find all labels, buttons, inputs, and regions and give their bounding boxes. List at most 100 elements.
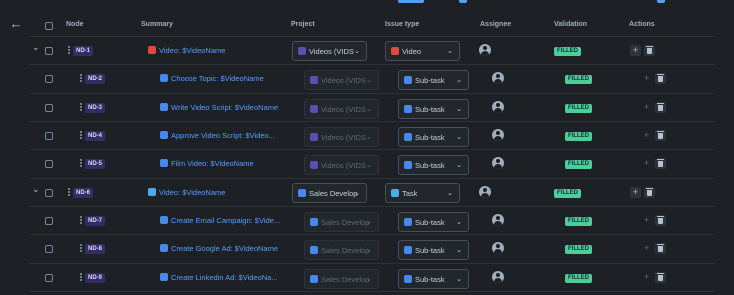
issue-type-select[interactable]: Sub-task ⌄ <box>398 269 469 289</box>
chevron-down-icon: ⌄ <box>456 106 462 113</box>
assignee-header: Assignee <box>480 21 512 28</box>
assignee-avatar-icon[interactable] <box>492 101 504 113</box>
chevron-down-icon: ⌄ <box>456 77 462 84</box>
assignee-avatar-icon[interactable] <box>492 72 504 84</box>
row-checkbox[interactable] <box>45 274 53 282</box>
delete-trash-icon[interactable] <box>655 272 666 283</box>
child-row: ND-5 Film Video: $VideoName Videos (VIDS ⌄ S… <box>30 149 714 177</box>
delete-trash-icon[interactable] <box>644 45 655 56</box>
add-child-plus-icon[interactable]: + <box>641 272 652 283</box>
project-icon <box>310 246 318 254</box>
project-select[interactable]: Sales Develop ⌄ <box>292 183 367 203</box>
project-value: Sales Develop <box>321 218 370 227</box>
issue-type-select[interactable]: Video ⌄ <box>385 41 460 61</box>
add-child-plus-icon[interactable]: + <box>641 243 652 254</box>
expand-chevron-icon[interactable]: ⌄ <box>32 185 40 194</box>
add-child-plus-icon[interactable]: + <box>630 45 641 56</box>
project-select: Videos (VIDS ⌄ <box>304 155 379 175</box>
table-header: Node Summary Project Issue type Assignee… <box>30 14 720 36</box>
delete-trash-icon[interactable] <box>655 158 666 169</box>
project-value: Videos (VIDS <box>321 161 366 170</box>
project-select[interactable]: Videos (VIDS ⌄ <box>292 41 367 61</box>
delete-trash-icon[interactable] <box>655 130 666 141</box>
row-checkbox[interactable] <box>45 75 53 83</box>
assignee-avatar-icon[interactable] <box>479 186 491 198</box>
issue-type-select[interactable]: Sub-task ⌄ <box>398 155 469 175</box>
row-checkbox[interactable] <box>45 189 53 197</box>
drag-handle-icon[interactable] <box>80 273 83 282</box>
issue-type-select[interactable]: Sub-task ⌄ <box>398 99 469 119</box>
row-checkbox[interactable] <box>45 217 53 225</box>
add-child-plus-icon[interactable]: + <box>630 187 641 198</box>
row-checkbox[interactable] <box>45 47 53 55</box>
project-select: Sales Develop ⌄ <box>304 269 379 289</box>
delete-trash-icon[interactable] <box>644 187 655 198</box>
project-select: Videos (VIDS ⌄ <box>304 127 379 147</box>
summary-link[interactable]: Write Video Script: $VideoName <box>171 103 278 112</box>
expand-chevron-icon[interactable]: ⌄ <box>32 43 40 52</box>
summary-link[interactable]: Video: $VideoName <box>159 46 225 55</box>
delete-trash-icon[interactable] <box>655 73 666 84</box>
node-header: Node <box>66 21 84 28</box>
issue-type-select[interactable]: Sub-task ⌄ <box>398 212 469 232</box>
project-icon <box>298 47 306 55</box>
drag-handle-icon[interactable] <box>80 131 83 140</box>
node-id-badge: ND-3 <box>85 103 106 113</box>
summary-link[interactable]: Film Video: $VideoName <box>171 159 254 168</box>
add-child-plus-icon[interactable]: + <box>641 102 652 113</box>
drag-handle-icon[interactable] <box>80 103 83 112</box>
summary-link[interactable]: Create Google Ad: $VideoName <box>171 244 278 253</box>
delete-trash-icon[interactable] <box>655 102 666 113</box>
project-select: Sales Develop ⌄ <box>304 240 379 260</box>
add-child-plus-icon[interactable]: + <box>641 215 652 226</box>
parent-row: ⌄ ND-6 Video: $VideoName Sales Develop ⌄ Task… <box>30 178 714 206</box>
issue-type-select[interactable]: Sub-task ⌄ <box>398 240 469 260</box>
drag-handle-icon[interactable] <box>80 159 83 168</box>
assignee-avatar-icon[interactable] <box>492 214 504 226</box>
row-checkbox[interactable] <box>45 132 53 140</box>
drag-handle-icon[interactable] <box>80 216 83 225</box>
chevron-down-icon: ⌄ <box>456 247 462 254</box>
issue-type-value: Sub-task <box>415 105 445 114</box>
summary-link[interactable]: Create Email Campaign: $Vide... <box>171 216 280 225</box>
project-icon <box>310 76 318 84</box>
node-id-badge: ND-6 <box>73 188 94 198</box>
add-child-plus-icon[interactable]: + <box>641 73 652 84</box>
project-value: Videos (VIDS <box>321 105 366 114</box>
assignee-avatar-icon[interactable] <box>492 271 504 283</box>
drag-handle-icon[interactable] <box>68 188 71 197</box>
issue-type-select[interactable]: Sub-task ⌄ <box>398 127 469 147</box>
project-icon <box>310 105 318 113</box>
project-select: Videos (VIDS ⌄ <box>304 99 379 119</box>
issue-type-select[interactable]: Sub-task ⌄ <box>398 70 469 90</box>
row-checkbox[interactable] <box>45 245 53 253</box>
project-icon <box>298 189 306 197</box>
project-value: Sales Develop <box>321 246 370 255</box>
assignee-avatar-icon[interactable] <box>492 242 504 254</box>
drag-handle-icon[interactable] <box>80 244 83 253</box>
add-child-plus-icon[interactable]: + <box>641 158 652 169</box>
chevron-down-icon: ⌄ <box>447 190 453 197</box>
assignee-avatar-icon[interactable] <box>492 157 504 169</box>
assignee-avatar-icon[interactable] <box>492 129 504 141</box>
summary-link[interactable]: Video: $VideoName <box>159 188 225 197</box>
add-child-plus-icon[interactable]: + <box>641 130 652 141</box>
issue-type-select[interactable]: Task ⌄ <box>385 183 460 203</box>
delete-trash-icon[interactable] <box>655 243 666 254</box>
row-checkbox[interactable] <box>45 160 53 168</box>
drag-handle-icon[interactable] <box>68 46 71 55</box>
delete-trash-icon[interactable] <box>655 215 666 226</box>
issue-type-value: Sub-task <box>415 246 445 255</box>
node-id-badge: ND-7 <box>85 216 106 226</box>
node-id-badge: ND-4 <box>85 131 106 141</box>
summary-link[interactable]: Create Linkedin Ad: $VideoNa... <box>171 273 278 282</box>
drag-handle-icon[interactable] <box>80 74 83 83</box>
summary-link[interactable]: Approve Video Script: $Video... <box>171 131 275 140</box>
assignee-avatar-icon[interactable] <box>479 44 491 56</box>
select-all-checkbox[interactable] <box>45 22 53 30</box>
project-value: Videos (VIDS <box>321 76 366 85</box>
back-arrow-icon[interactable]: ← <box>9 17 23 31</box>
summary-link[interactable]: Choose Topic: $VideoName <box>171 74 264 83</box>
row-checkbox[interactable] <box>45 104 53 112</box>
validation-status-badge: FILLED <box>565 160 592 169</box>
